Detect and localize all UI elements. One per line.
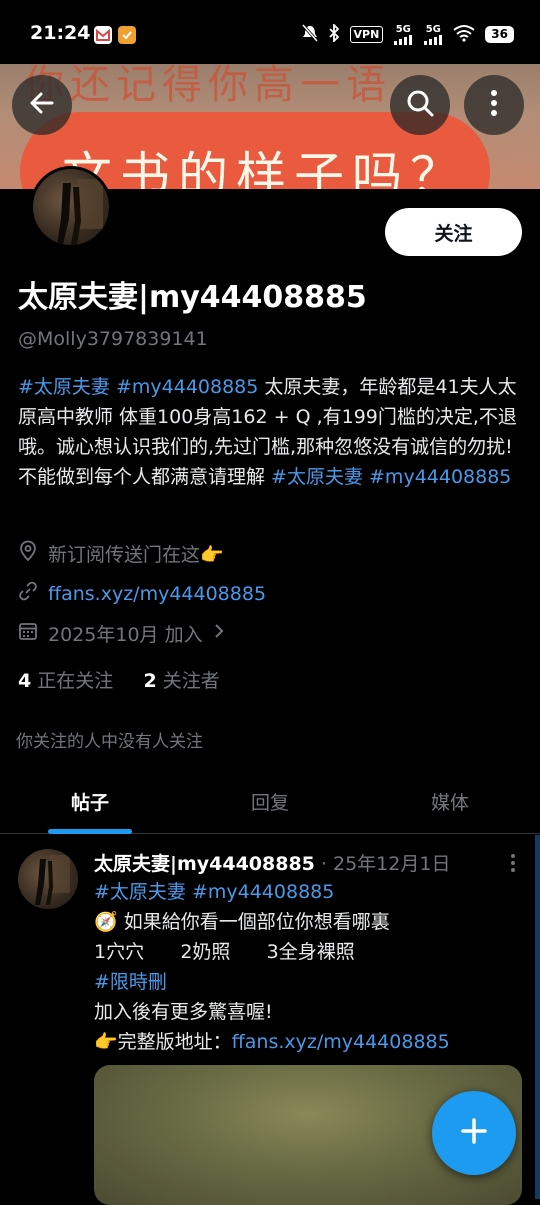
tab-posts[interactable]: 帖子 [0, 770, 180, 833]
tab-media[interactable]: 媒体 [360, 770, 540, 833]
post-hashtag[interactable]: #限時刪 [94, 967, 534, 997]
no-common-followers: 你关注的人中没有人关注 [16, 732, 203, 752]
post-hashtags[interactable]: #太原夫妻 #my44408885 [94, 877, 534, 907]
mute-icon [301, 24, 318, 45]
banner-text: 文书的样子吗？ [62, 147, 468, 189]
compose-button[interactable] [432, 1091, 516, 1175]
chevron-right-icon [213, 622, 225, 645]
profile-handle: @Molly3797839141 [18, 328, 208, 350]
battery-icon: 36 [485, 26, 514, 43]
search-icon [405, 88, 435, 122]
following-link[interactable]: 4 正在关注 [18, 670, 113, 692]
hashtag-link[interactable]: #太原夫妻 [271, 466, 363, 488]
follow-button[interactable]: 关注 [385, 208, 522, 256]
vpn-badge: VPN [349, 26, 384, 43]
post-line: 👉完整版地址：ffans.xyz/my44408885 [94, 1031, 450, 1053]
more-vertical-icon [510, 854, 516, 877]
back-arrow-icon [28, 89, 56, 121]
joined-text: 2025年10月 加入 [48, 624, 203, 646]
banner-text-top: 你还记得你高一语 [24, 64, 392, 108]
profile-avatar[interactable] [30, 166, 112, 248]
post-more-button[interactable] [510, 853, 516, 877]
post-header: 太原夫妻|my44408885 · 25年12月1日 [94, 849, 450, 876]
more-vertical-icon [490, 89, 498, 121]
hashtag-link[interactable]: #太原夫妻 [18, 376, 110, 398]
status-time: 21:24 [30, 22, 91, 44]
location-pin-icon [18, 540, 38, 567]
followers-link[interactable]: 2 关注者 [144, 670, 220, 692]
wifi-icon [453, 24, 475, 45]
post-line: 1穴穴 2奶照 3全身裸照 [94, 941, 355, 963]
signal-icon: 5G [393, 24, 413, 45]
more-button[interactable] [464, 75, 524, 135]
back-button[interactable] [12, 75, 72, 135]
profile-location: 新订阅传送门在这👉 [18, 540, 224, 567]
scroll-indicator [535, 835, 540, 1199]
post-date: · 25年12月1日 [314, 853, 451, 875]
post-line: 🧭 如果給你看一個部位你想看哪裏 [94, 911, 390, 933]
follow-counts: 4 正在关注 2 关注者 [18, 666, 220, 693]
tab-replies[interactable]: 回复 [180, 770, 360, 833]
search-button[interactable] [390, 75, 450, 135]
profile-joined[interactable]: 2025年10月 加入 [18, 620, 225, 647]
profile-name: 太原夫妻|my44408885 [18, 280, 367, 315]
hashtag-link[interactable]: #my44408885 [369, 466, 511, 488]
app-notification-icon [118, 26, 136, 44]
active-tab-indicator [48, 829, 132, 834]
website-link[interactable]: ffans.xyz/my44408885 [48, 583, 266, 605]
post-author[interactable]: 太原夫妻|my44408885 [94, 853, 315, 875]
gmail-icon [94, 26, 112, 44]
profile-website[interactable]: ffans.xyz/my44408885 [18, 581, 266, 606]
profile-bio: #太原夫妻 #my44408885 太原夫妻，年龄都是41夫人太原高中教师 体重… [18, 372, 528, 492]
bluetooth-icon [328, 22, 340, 45]
signal-icon-2: 5G [423, 24, 443, 45]
post-link[interactable]: ffans.xyz/my44408885 [232, 1031, 450, 1053]
link-icon [18, 581, 38, 606]
post-line: 加入後有更多驚喜喔! [94, 1001, 273, 1023]
post-body: #太原夫妻 #my44408885 🧭 如果給你看一個部位你想看哪裏 1穴穴 2… [94, 877, 534, 1057]
profile-tabs: 帖子 回复 媒体 [0, 770, 540, 834]
status-bar: 21:24 VPN 5G 5G 36 [0, 0, 540, 64]
calendar-icon [18, 621, 38, 646]
hashtag-link[interactable]: #my44408885 [116, 376, 258, 398]
post-avatar[interactable] [18, 849, 78, 909]
location-text: 新订阅传送门在这👉 [48, 544, 224, 566]
plus-icon [459, 1116, 489, 1150]
